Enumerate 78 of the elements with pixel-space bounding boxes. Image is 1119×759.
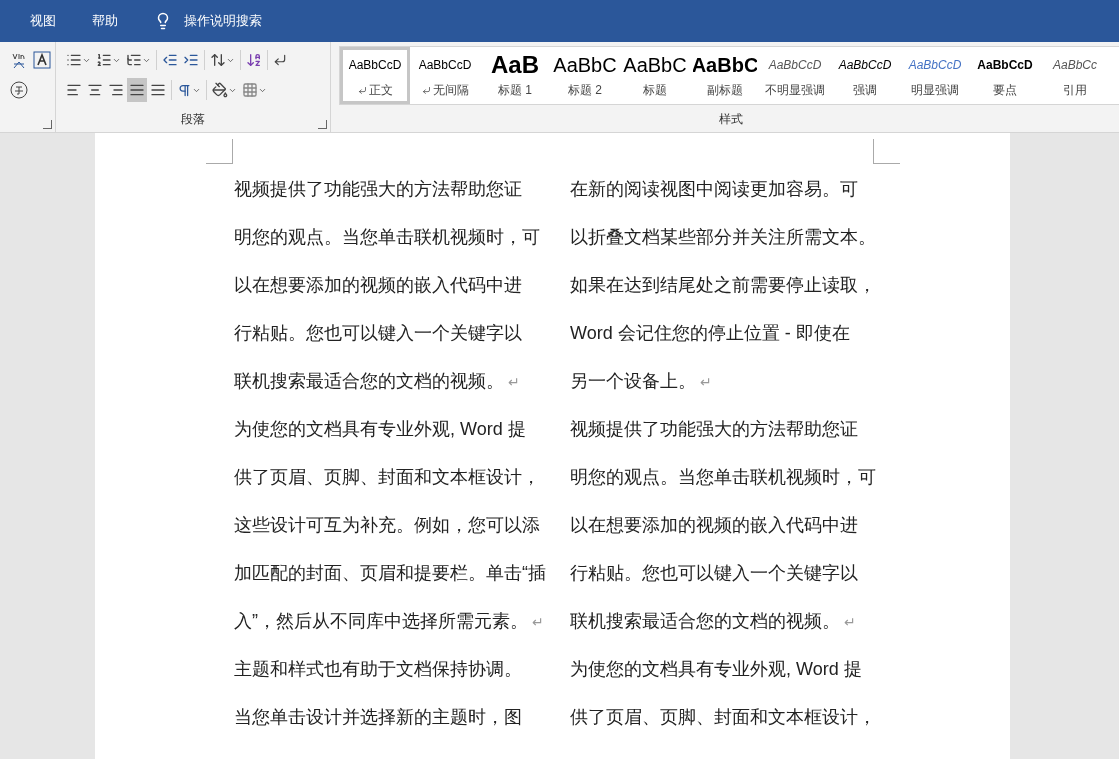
style-preview: AaBbC xyxy=(693,52,757,78)
text-line: 供了页眉、页脚、封面和文本框设计， xyxy=(570,706,877,729)
style-name: 无间隔 xyxy=(421,82,469,99)
text-line: 为使您的文档具有专业外观, Word 提 xyxy=(570,658,863,681)
style-preview: AaBbCcD xyxy=(908,57,962,74)
style-name: 标题 2 xyxy=(568,82,602,99)
style-name: 不明显强调 xyxy=(765,82,825,99)
align-center-icon xyxy=(87,82,103,98)
text-line: 这些设计可互为补充。例如，您可以添 xyxy=(234,514,541,537)
text-line: 入”，然后从不同库中选择所需元素。 ↵ xyxy=(234,610,545,633)
text-line: 行粘贴。您也可以键入一个关键字以 xyxy=(570,562,859,585)
style-name: 标题 xyxy=(643,82,667,99)
numbered-list-icon xyxy=(96,52,112,68)
crop-mark xyxy=(206,139,233,164)
dialog-launcher-icon[interactable] xyxy=(318,120,327,129)
search-box[interactable]: 操作说明搜索 xyxy=(154,12,262,30)
paragraph-mark-icon xyxy=(357,86,367,95)
text-line: 以在想要添加的视频的嵌入代码中进 xyxy=(570,514,859,537)
text-line: 联机搜索最适合您的文档的视频。 ↵ xyxy=(234,370,521,393)
text-line: 在新的阅读视图中阅读更加容易。可 xyxy=(570,178,859,201)
enclose-character-button[interactable] xyxy=(8,78,30,102)
boxed-letter-icon xyxy=(33,51,51,69)
style-preview: AaBbCcD xyxy=(838,57,892,74)
style-option[interactable]: AaBbCcD 正文 xyxy=(340,47,410,104)
style-preview: AaBbCcD xyxy=(418,57,472,74)
indent-decrease-icon xyxy=(162,52,178,68)
style-preview: AaBbC xyxy=(623,52,687,78)
menu-tab[interactable]: 视图 xyxy=(30,12,56,30)
return-arrow-icon xyxy=(273,53,287,67)
text-line: 联机搜索最适合您的文档的视频。 ↵ xyxy=(570,610,857,633)
grid-icon xyxy=(242,82,258,98)
align-right-icon xyxy=(108,82,124,98)
dialog-launcher-icon[interactable] xyxy=(43,120,52,129)
paint-bucket-icon xyxy=(212,82,228,98)
bullet-list-icon xyxy=(66,52,82,68)
text-line: 明您的观点。当您单击联机视频时，可 xyxy=(234,226,541,249)
text-line: 如果在达到结尾处之前需要停止读取， xyxy=(570,274,877,297)
text-line: 行粘贴。您也可以键入一个关键字以 xyxy=(234,322,523,345)
text-line: 当您单击设计并选择新的主题时，图 xyxy=(234,706,523,729)
multilevel-list-icon xyxy=(126,52,142,68)
style-preview: AaBbCcD xyxy=(348,57,402,74)
menu-tab[interactable]: 帮助 xyxy=(92,12,118,30)
text-line: 供了页眉、页脚、封面和文本框设计， xyxy=(234,466,541,489)
style-name: 要点 xyxy=(993,82,1017,99)
style-name: 副标题 xyxy=(707,82,743,99)
style-name: 标题 1 xyxy=(498,82,532,99)
style-preview: AaBbCcD xyxy=(768,57,822,74)
text-line: 视频提供了功能强大的方法帮助您证 xyxy=(570,418,859,441)
align-distributed-icon xyxy=(150,82,166,98)
style-preview: AaBbCc xyxy=(1053,57,1097,74)
text-line: 为使您的文档具有专业外观, Word 提 xyxy=(234,418,527,441)
circled-character-icon xyxy=(10,81,28,99)
style-name: 强调 xyxy=(853,82,877,99)
text-line: 主题和样式也有助于文档保持协调。 xyxy=(234,658,523,681)
indent-increase-icon xyxy=(183,52,199,68)
style-preview: AaBbC xyxy=(553,52,617,78)
align-left-icon xyxy=(66,82,82,98)
align-justify-icon xyxy=(129,82,145,98)
align-justify-button[interactable] xyxy=(127,78,147,102)
text-line: 加匹配的封面、页眉和提要栏。单击“插 xyxy=(234,562,547,585)
text-line: 另一个设备上。 ↵ xyxy=(570,370,713,393)
text-line: 以在想要添加的视频的嵌入代码中进 xyxy=(234,274,523,297)
style-preview: AaBbCcD xyxy=(977,57,1033,74)
style-name: 明显强调 xyxy=(911,82,959,99)
style-name: 引用 xyxy=(1063,82,1087,99)
character-border-button[interactable] xyxy=(31,48,53,72)
text-line: 明您的观点。当您单击联机视频时，可 xyxy=(570,466,877,489)
phonetic-icon xyxy=(10,51,28,69)
text-line: 视频提供了功能强大的方法帮助您证 xyxy=(234,178,523,201)
text-line: Word 会记住您的停止位置 - 即使在 xyxy=(570,322,851,345)
style-name: 正文 xyxy=(357,82,393,99)
group-label: 段落 xyxy=(180,111,206,128)
paragraph-mark-icon xyxy=(421,86,431,95)
text-line: 以折叠文档某些部分并关注所需文本。 xyxy=(570,226,877,249)
style-preview: AaB xyxy=(491,52,539,78)
crop-mark xyxy=(873,139,900,164)
group-label: 样式 xyxy=(718,111,744,128)
sort-icon xyxy=(246,52,262,68)
